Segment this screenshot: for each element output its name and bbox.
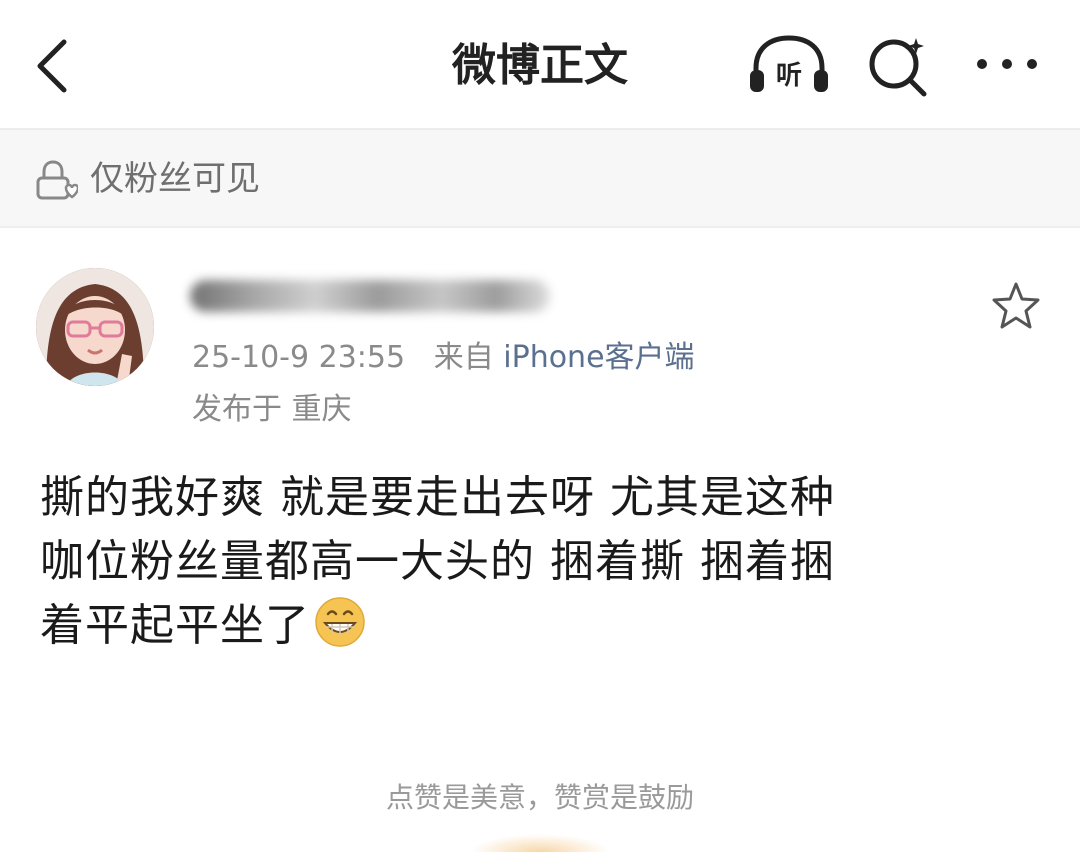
- search-button[interactable]: [864, 32, 934, 100]
- visibility-label: 仅粉丝可见: [90, 159, 260, 199]
- reward-prompt: 点赞是美意，赞赏是鼓励: [385, 781, 694, 814]
- star-outline-icon: [992, 282, 1040, 329]
- post-timestamp: 25-10-9 23:55: [192, 340, 406, 375]
- top-navigation-bar: 微博正文 听: [0, 0, 1080, 130]
- post-meta: 25-10-9 23:55 来自 iPhone客户端: [192, 336, 695, 380]
- search-icon: [869, 38, 927, 97]
- lock-heart-icon: [36, 160, 78, 200]
- back-button[interactable]: [30, 36, 78, 96]
- avatar[interactable]: [36, 268, 154, 386]
- username-redacted[interactable]: [190, 272, 560, 318]
- username-blur-mask: [190, 280, 550, 312]
- visibility-bar: 仅粉丝可见: [0, 130, 1080, 228]
- post-body-line: 撕的我好爽 就是要走出去呀 尤其是这种: [40, 472, 835, 523]
- more-dots-icon: [977, 59, 1037, 69]
- headphones-icon: 听: [750, 35, 828, 92]
- post-body-line: 着平起平坐了: [40, 594, 1040, 658]
- post-body: 撕的我好爽 就是要走出去呀 尤其是这种 咖位粉丝量都高一大头的 捆着撕 捆着捆 …: [40, 466, 1040, 658]
- reward-button-glow[interactable]: [470, 834, 610, 852]
- grinning-face-emoji: [315, 597, 365, 647]
- more-button[interactable]: [972, 44, 1042, 84]
- avatar-image: [36, 268, 154, 386]
- listen-button[interactable]: 听: [748, 34, 830, 96]
- post-location: 发布于 重庆: [192, 392, 352, 427]
- post-from-prefix: 来自: [433, 340, 494, 375]
- favorite-button[interactable]: [990, 280, 1042, 332]
- listen-label: 听: [776, 61, 802, 91]
- post-card: 25-10-9 23:55 来自 iPhone客户端 发布于 重庆 撕的我好爽 …: [0, 228, 1080, 852]
- post-source-link[interactable]: iPhone客户端: [503, 340, 694, 375]
- post-body-line: 咖位粉丝量都高一大头的 捆着撕 捆着捆: [40, 536, 835, 587]
- chevron-left-icon: [37, 39, 67, 93]
